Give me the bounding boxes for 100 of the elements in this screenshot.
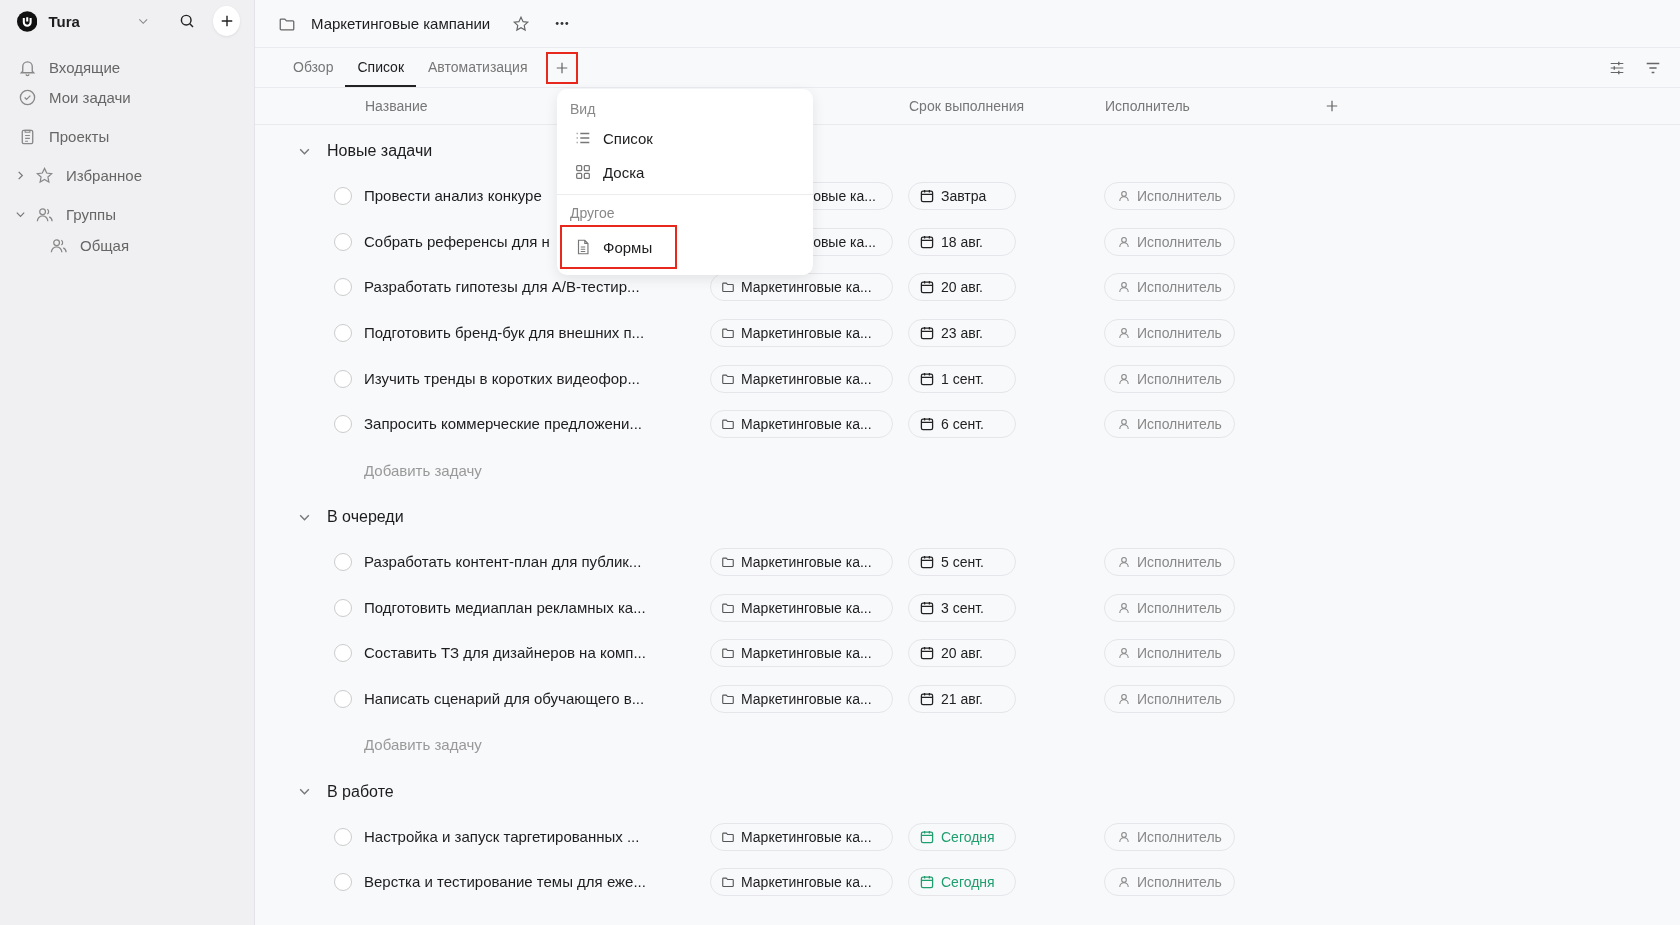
- task-name[interactable]: Собрать референсы для н: [364, 232, 550, 250]
- project-name: Маркетинговые ка...: [741, 874, 872, 891]
- task-checkbox[interactable]: [334, 552, 352, 571]
- project-name: овые ка...: [813, 187, 876, 204]
- folder-icon: [721, 280, 735, 295]
- project-name: Маркетинговые ка...: [741, 828, 872, 845]
- project-title: Маркетинговые кампании: [311, 15, 491, 32]
- assignee-placeholder: Исполнитель: [1137, 233, 1222, 250]
- calendar-icon: [919, 828, 935, 845]
- project-name: Маркетинговые ка...: [741, 416, 872, 433]
- task-name[interactable]: Подготовить бренд-бук для внешних п...: [364, 323, 645, 341]
- chevron-icon[interactable]: [15, 169, 26, 181]
- task-name[interactable]: Провести анализ конкуре: [364, 186, 542, 204]
- task-checkbox[interactable]: [334, 323, 352, 342]
- person-icon: [1117, 325, 1131, 340]
- sidebar-item[interactable]: Входящие: [49, 58, 121, 76]
- task-checkbox[interactable]: [334, 232, 352, 251]
- assignee-placeholder: Исполнитель: [1137, 324, 1222, 341]
- check-circle-icon: [18, 87, 37, 107]
- folder-icon: [721, 646, 735, 661]
- calendar-icon: [919, 645, 935, 662]
- logo-icon: [17, 9, 38, 33]
- task-name[interactable]: Составить ТЗ для дизайнеров на комп...: [364, 644, 646, 662]
- folder-icon: [721, 417, 735, 432]
- menu-section-title: Другое: [569, 204, 616, 223]
- project-name: Маркетинговые ка...: [741, 691, 872, 708]
- task-name[interactable]: Изучить тренды в коротких видеофор...: [364, 369, 640, 387]
- person-icon: [1117, 417, 1131, 432]
- sidebar-item[interactable]: Общая: [80, 236, 130, 254]
- more-icon[interactable]: [554, 21, 571, 26]
- task-checkbox[interactable]: [334, 644, 352, 663]
- person-icon: [1117, 600, 1131, 615]
- person-icon: [1117, 692, 1131, 707]
- add-button[interactable]: [213, 6, 240, 36]
- assignee-placeholder: Исполнитель: [1137, 828, 1222, 845]
- plus-icon: [554, 60, 569, 75]
- sidebar-item[interactable]: Мои задачи: [49, 88, 131, 106]
- project-name: Маркетинговые ка...: [741, 370, 872, 387]
- task-name[interactable]: Верстка и тестирование темы для еже...: [364, 873, 646, 891]
- folder-icon: [721, 875, 735, 890]
- column-header: Срок выполнения: [909, 98, 1026, 114]
- calendar-icon: [919, 599, 935, 616]
- calendar-icon: [919, 279, 935, 296]
- task-name[interactable]: Запросить коммерческие предложени...: [364, 415, 642, 433]
- menu-item[interactable]: Доска: [560, 155, 670, 189]
- due-date: Сегодня: [941, 874, 995, 891]
- project-name: Маркетинговые ка...: [741, 279, 872, 296]
- due-date: 20 авг.: [941, 279, 983, 296]
- sidebar-item[interactable]: Группы: [66, 205, 116, 223]
- task-name[interactable]: Подготовить медиаплан рекламных ка...: [364, 598, 646, 616]
- assignee-placeholder: Исполнитель: [1137, 370, 1222, 387]
- task-checkbox[interactable]: [334, 415, 352, 434]
- add-column-icon[interactable]: [1325, 99, 1339, 113]
- search-icon[interactable]: [179, 12, 196, 30]
- view-tab[interactable]: Список: [345, 48, 417, 87]
- sidebar-item[interactable]: Проекты: [49, 127, 110, 145]
- view-tab[interactable]: Автоматизация: [416, 48, 540, 87]
- project-name: Маркетинговые ка...: [741, 553, 872, 570]
- add-view-button[interactable]: [545, 51, 578, 84]
- due-date: 23 авг.: [941, 324, 983, 341]
- view-tab[interactable]: Обзор: [281, 48, 346, 87]
- person-icon: [1117, 554, 1131, 569]
- group-title: В очереди: [327, 508, 404, 527]
- due-date: 20 авг.: [941, 645, 983, 662]
- due-date: 1 сент.: [941, 370, 984, 387]
- assignee-placeholder: Исполнитель: [1137, 279, 1222, 296]
- sidebar-item[interactable]: Избранное: [66, 166, 143, 184]
- assignee-placeholder: Исполнитель: [1137, 553, 1222, 570]
- workspace-name[interactable]: Tura: [48, 12, 80, 30]
- column-header: Название: [365, 98, 428, 114]
- task-checkbox[interactable]: [334, 186, 352, 205]
- due-date: Сегодня: [941, 828, 995, 845]
- task-checkbox[interactable]: [334, 690, 352, 709]
- menu-item[interactable]: Формы: [560, 225, 677, 269]
- person-icon: [1117, 188, 1131, 203]
- due-date: Завтра: [941, 187, 987, 204]
- task-name[interactable]: Разработать гипотезы для A/B-тестир...: [364, 278, 640, 296]
- person-icon: [1117, 875, 1131, 890]
- star-icon: [35, 165, 54, 185]
- menu-item[interactable]: Список: [560, 121, 670, 155]
- due-date: 5 сент.: [941, 553, 984, 570]
- person-icon: [1117, 280, 1131, 295]
- task-name[interactable]: Разработать контент-план для публик...: [364, 552, 642, 570]
- calendar-icon: [919, 233, 935, 250]
- task-checkbox[interactable]: [334, 278, 352, 297]
- task-name[interactable]: Написать сценарий для обучающего в...: [364, 690, 645, 708]
- task-name[interactable]: Настройка и запуск таргетированных ...: [364, 827, 640, 845]
- task-checkbox[interactable]: [334, 827, 352, 846]
- assignee-placeholder: Исполнитель: [1137, 691, 1222, 708]
- task-checkbox[interactable]: [334, 369, 352, 388]
- due-date: 21 авг.: [941, 691, 983, 708]
- task-checkbox[interactable]: [334, 598, 352, 617]
- task-checkbox[interactable]: [334, 873, 352, 892]
- column-header: Исполнитель: [1105, 98, 1191, 114]
- calendar-icon: [919, 187, 935, 204]
- calendar-icon: [919, 370, 935, 387]
- star-icon[interactable]: [512, 14, 531, 33]
- person-icon: [1117, 371, 1131, 386]
- assignee-placeholder: Исполнитель: [1137, 874, 1222, 891]
- person-icon: [1117, 646, 1131, 661]
